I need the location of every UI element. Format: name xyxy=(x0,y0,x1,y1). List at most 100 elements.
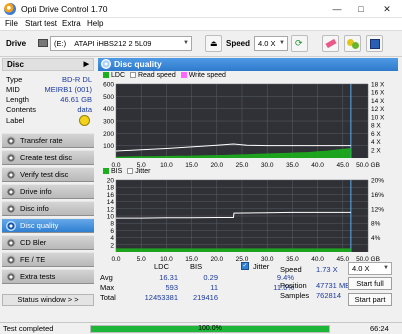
ldc-y-right-tick: 10 X xyxy=(371,114,385,121)
col-bis-header: BIS xyxy=(190,262,203,271)
eraser-icon xyxy=(325,38,337,49)
position-label: Position xyxy=(280,281,307,290)
ldc-y-right-tick: 6 X xyxy=(371,131,381,138)
max-ldc-value: 593 xyxy=(165,283,178,292)
legend-swatch-ldc xyxy=(103,72,109,78)
bis-y-tick: 8 xyxy=(110,221,114,228)
disc-mid-row: MID MEIRB1 (001) xyxy=(6,85,92,94)
drive-name: ATAPI iHBS212 2 5L09 xyxy=(74,39,152,48)
drive-select[interactable]: (E:) ATAPI iHBS212 2 5L09 ▼ xyxy=(50,36,192,51)
disc-panel-header[interactable]: Disc ▶ xyxy=(2,58,94,71)
nav-extra-tests[interactable]: Extra tests xyxy=(2,269,94,284)
bis-y-right-tick: 12% xyxy=(371,206,384,213)
bis-y-right-tick: 16% xyxy=(371,192,384,199)
progress-text: 100.0% xyxy=(198,325,222,332)
total-bis-value: 219416 xyxy=(192,293,218,302)
main-panel: Disc quality LDC Read speed Write speed … xyxy=(96,57,402,322)
ldc-y-tick: 100 xyxy=(103,143,114,150)
chevron-down-icon: ▼ xyxy=(183,40,189,46)
ldc-y-right-tick: 12 X xyxy=(371,106,385,113)
erase-button[interactable] xyxy=(322,35,339,52)
legend-swatch-bis xyxy=(103,168,109,174)
disc-type-row: Type BD-R DL xyxy=(6,75,92,84)
save-button[interactable] xyxy=(366,35,383,52)
save-icon xyxy=(370,39,380,49)
speed-stat-label: Speed xyxy=(280,265,302,274)
nav-fe-te[interactable]: FE / TE xyxy=(2,252,94,267)
bis-legend: BIS Jitter xyxy=(100,168,150,178)
menu-start-test[interactable]: Start test xyxy=(25,19,57,28)
jitter-checkbox[interactable]: ✓ xyxy=(241,262,249,270)
maximize-icon[interactable]: □ xyxy=(350,1,372,17)
samples-label: Samples xyxy=(280,291,310,300)
menu-bar: File Start test Extra Help xyxy=(0,18,402,31)
bis-y-right-tick: 20% xyxy=(371,178,384,185)
disc-label-row: Label xyxy=(6,115,92,126)
ldc-chart: LDC Read speed Write speed 100 200 300 400 5… xyxy=(98,72,398,168)
bis-y-tick: 14 xyxy=(107,199,115,206)
edit-label-icon[interactable] xyxy=(79,115,90,126)
col-ldc-header: LDC xyxy=(154,262,170,271)
disc-icon xyxy=(6,272,16,282)
eject-button[interactable]: ⏏ xyxy=(205,35,222,52)
ldc-y-right-tick: 4 X xyxy=(371,139,381,146)
disc-quality-icon xyxy=(101,59,111,69)
nav-create-test-disc[interactable]: Create test disc xyxy=(2,150,94,165)
nav-cd-bler[interactable]: CD Bler xyxy=(2,235,94,250)
status-text: Test completed xyxy=(3,324,54,333)
chevron-down-icon: ▼ xyxy=(279,40,285,46)
legend-swatch-read-speed xyxy=(129,72,136,78)
status-bar: Test completed 100.0% 66:24 xyxy=(0,322,402,334)
status-window-button[interactable]: Status window > > xyxy=(2,294,94,306)
ldc-y-right-tick: 2 X xyxy=(371,147,381,154)
speed-select[interactable]: 4.0 X ▼ xyxy=(254,36,288,51)
disc-icon xyxy=(6,153,16,163)
ldc-y-tick: 200 xyxy=(103,131,114,138)
menu-extra[interactable]: Extra xyxy=(62,19,81,28)
bis-y-tick: 12 xyxy=(107,206,115,213)
bis-y-tick: 4 xyxy=(110,235,114,242)
nav-disc-quality[interactable]: Disc quality xyxy=(2,218,94,233)
disc-icon xyxy=(6,170,16,180)
refresh-icon: ⟳ xyxy=(295,38,303,48)
close-icon[interactable]: ✕ xyxy=(376,1,398,17)
menu-help[interactable]: Help xyxy=(87,19,103,28)
bis-plot: 24681012141618204%8%12%16%20%0.0 5.0 10.0 1… xyxy=(107,178,384,262)
nav-disc-info[interactable]: Disc info xyxy=(2,201,94,216)
bis-series-area xyxy=(116,248,351,252)
ldc-y-tick: 400 xyxy=(103,106,114,113)
test-speed-select[interactable]: 4.0 X ▼ xyxy=(348,262,392,275)
nav-transfer-rate[interactable]: Transfer rate xyxy=(2,133,94,148)
bis-y-tick: 10 xyxy=(107,214,115,221)
disc-mid-value: MEIRB1 (001) xyxy=(44,85,92,94)
title-bar: Opti Drive Control 1.70 — □ ✕ xyxy=(0,0,402,18)
minimize-icon[interactable]: — xyxy=(326,1,348,17)
bis-y-tick: 16 xyxy=(107,192,115,199)
start-full-button[interactable]: Start full xyxy=(348,277,392,290)
ldc-plot: 100 200 300 400 500 600 2 X4 X6 X8 X 10 X12 X14… xyxy=(103,82,385,168)
window-title: Opti Drive Control 1.70 xyxy=(21,4,108,14)
disc-contents-row: Contents data xyxy=(6,105,92,114)
chevron-right-icon: ▶ xyxy=(83,61,89,68)
avg-ldc-value: 16.31 xyxy=(159,273,178,282)
eject-icon: ⏏ xyxy=(210,39,218,48)
start-part-button[interactable]: Start part xyxy=(348,293,392,306)
speed-label: Speed xyxy=(226,39,251,48)
drive-toolbar: Drive (E:) ATAPI iHBS212 2 5L09 ▼ ⏏ Spee… xyxy=(0,31,402,57)
progress-bar: 100.0% xyxy=(90,325,330,333)
bis-y-tick: 6 xyxy=(110,228,114,235)
disc-contents-value: data xyxy=(77,105,92,114)
ldc-y-right-tick: 18 X xyxy=(371,82,385,89)
disc-length-row: Length 46.61 GB xyxy=(6,95,92,104)
refresh-speed-button[interactable]: ⟳ xyxy=(291,35,308,52)
menu-file[interactable]: File xyxy=(5,19,18,28)
disc-length-value: 46.61 GB xyxy=(60,95,92,104)
disc-icon xyxy=(6,187,16,197)
nav-verify-test-disc[interactable]: Verify test disc xyxy=(2,167,94,182)
bis-y-tick: 18 xyxy=(107,185,115,192)
nav-drive-info[interactable]: Drive info xyxy=(2,184,94,199)
disc-icon xyxy=(6,204,16,214)
bis-y-tick: 20 xyxy=(107,178,115,185)
disc-icon xyxy=(6,238,16,248)
copy-button[interactable] xyxy=(344,35,361,52)
